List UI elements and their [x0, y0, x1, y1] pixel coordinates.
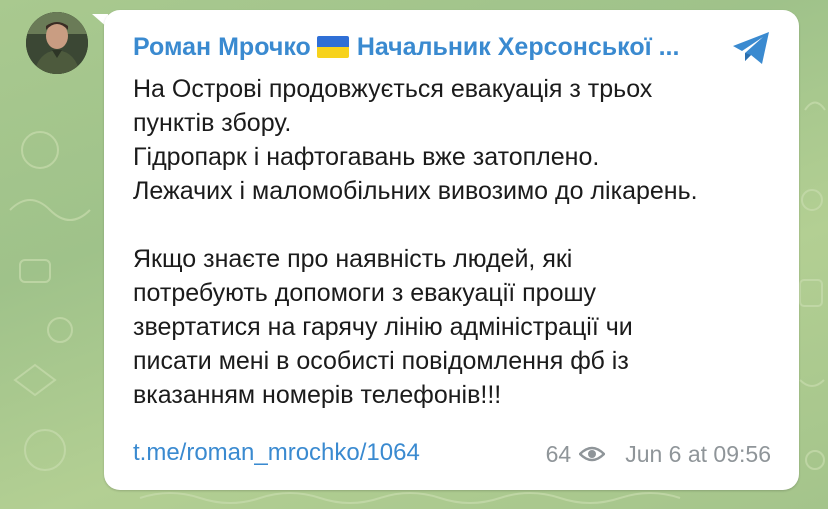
- channel-avatar[interactable]: [26, 12, 88, 74]
- post-meta: 64 Jun 6 at 09:56: [546, 439, 771, 469]
- post-timestamp: Jun 6 at 09:56: [625, 441, 771, 467]
- message-line: звертатися на гарячу лінію адміністрації…: [133, 313, 633, 341]
- post-link[interactable]: t.me/roman_mrochko/1064: [133, 438, 420, 468]
- eye-icon: [579, 446, 606, 462]
- message-line: пунктів збору.: [133, 109, 292, 137]
- message-line: потребують допомоги з евакуації прошу: [133, 279, 597, 307]
- message-line: Гідропарк і нафтогавань вже затоплено.: [133, 143, 600, 171]
- message-line: вказанням номерів телефонів!!!: [133, 381, 502, 409]
- message-line: писати мені в особисті повідомлення фб і…: [133, 347, 629, 375]
- message-line: Якщо знаєте про наявність людей, які: [133, 245, 573, 273]
- view-count: 64: [545, 441, 572, 467]
- ukraine-flag-icon: [316, 36, 349, 58]
- telegram-share-icon[interactable]: [729, 28, 773, 68]
- message-text: На Острові продовжується евакуація з трь…: [133, 72, 783, 412]
- avatar-photo: [26, 12, 88, 74]
- channel-title[interactable]: Начальник Херсонської ...: [357, 33, 680, 61]
- channel-post-bubble: Роман Мрочко Начальник Херсонської ... На…: [104, 10, 799, 490]
- message-line: На Острові продовжується евакуація з трь…: [133, 75, 653, 103]
- post-header[interactable]: Роман Мрочко Начальник Херсонської ...: [133, 32, 713, 62]
- message-line: Лежачих і маломобільних вивозимо до ліка…: [133, 177, 698, 205]
- channel-name[interactable]: Роман Мрочко: [133, 33, 311, 61]
